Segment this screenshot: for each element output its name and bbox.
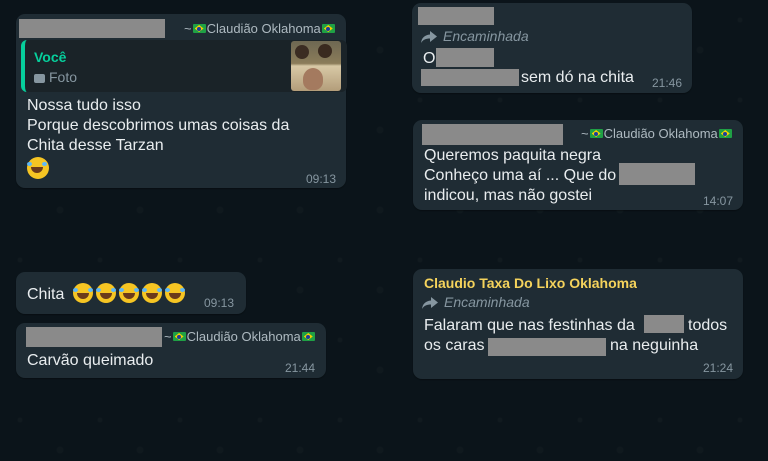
brazil-flag-icon xyxy=(172,332,186,341)
message-author: ~ Claudião Oklahoma xyxy=(184,21,336,36)
redacted-phone xyxy=(19,19,165,38)
forwarded-label: Encaminhada xyxy=(421,28,529,44)
redacted-phone xyxy=(26,327,162,347)
message-author: ~ Claudião Oklahoma xyxy=(164,329,316,344)
message-line: Conheço uma aí ... Que do xyxy=(424,167,617,184)
camera-icon xyxy=(34,74,45,83)
laughing-emoji-icon xyxy=(118,283,139,303)
message-time: 14:07 xyxy=(703,194,734,208)
quoted-message[interactable]: Você Foto xyxy=(21,40,347,92)
redacted-name xyxy=(488,338,606,356)
message-line: sem dó na chita xyxy=(521,69,634,86)
redacted-name xyxy=(421,69,519,86)
message-time: 21:44 xyxy=(285,361,316,375)
message-line: os caras xyxy=(424,337,485,354)
brazil-flag-icon xyxy=(301,332,315,341)
forward-arrow-icon xyxy=(422,297,438,309)
message-line: todos xyxy=(688,317,728,334)
message-bubble-4[interactable]: Encaminhada O sem dó na chita 21:46 xyxy=(412,3,692,93)
message-line: Queremos paquita negra xyxy=(424,147,601,164)
laughing-emoji-icon xyxy=(164,283,185,303)
message-line: Chita desse Tarzan xyxy=(27,137,164,154)
redacted-name xyxy=(436,48,494,67)
photo-thumbnail xyxy=(291,41,341,91)
redacted-name xyxy=(619,163,695,185)
message-time: 09:13 xyxy=(204,296,235,310)
message-line: Falaram que nas festinhas da xyxy=(424,317,635,334)
forward-arrow-icon xyxy=(421,31,437,43)
message-bubble-2[interactable]: Chita 09:13 xyxy=(16,272,246,314)
message-author: ~ Claudião Oklahoma xyxy=(581,126,733,141)
quote-author: Você xyxy=(34,49,67,65)
sender-name[interactable]: Claudio Taxa Do Lixo Oklahoma xyxy=(424,275,637,291)
message-time: 21:24 xyxy=(703,361,734,375)
redacted-phone xyxy=(422,124,563,145)
message-time: 21:46 xyxy=(652,76,683,90)
laughing-emoji-icon xyxy=(27,157,52,180)
brazil-flag-icon xyxy=(321,24,335,33)
brazil-flag-icon xyxy=(718,129,732,138)
message-line: Nossa tudo isso xyxy=(27,97,141,114)
message-time: 09:13 xyxy=(306,172,337,186)
laughing-emoji-icon xyxy=(95,283,116,303)
message-text: Chita xyxy=(27,283,188,305)
message-line: na neguinha xyxy=(610,337,699,354)
quote-type: Foto xyxy=(34,69,77,85)
brazil-flag-icon xyxy=(192,24,206,33)
message-line: Porque descobrimos umas coisas da xyxy=(27,117,290,134)
redacted-name xyxy=(644,315,684,333)
message-bubble-6[interactable]: Claudio Taxa Do Lixo Oklahoma Encaminhad… xyxy=(413,269,743,379)
laughing-emoji-icon xyxy=(141,283,162,303)
message-bubble-5[interactable]: ~ Claudião Oklahoma Queremos paquita negr… xyxy=(413,120,743,210)
brazil-flag-icon xyxy=(589,129,603,138)
redacted-phone xyxy=(418,7,494,25)
message-bubble-3[interactable]: ~ Claudião Oklahoma Carvão queimado 21:44 xyxy=(16,323,326,378)
laughing-emoji-icon xyxy=(72,283,93,303)
message-line: indicou, mas não gostei xyxy=(424,187,593,204)
message-bubble-1[interactable]: ~ Claudião Oklahoma Você Foto Nossa tudo … xyxy=(16,14,347,188)
message-line: O xyxy=(423,50,436,67)
message-text: Carvão queimado xyxy=(27,352,154,369)
forwarded-label: Encaminhada xyxy=(422,294,530,310)
